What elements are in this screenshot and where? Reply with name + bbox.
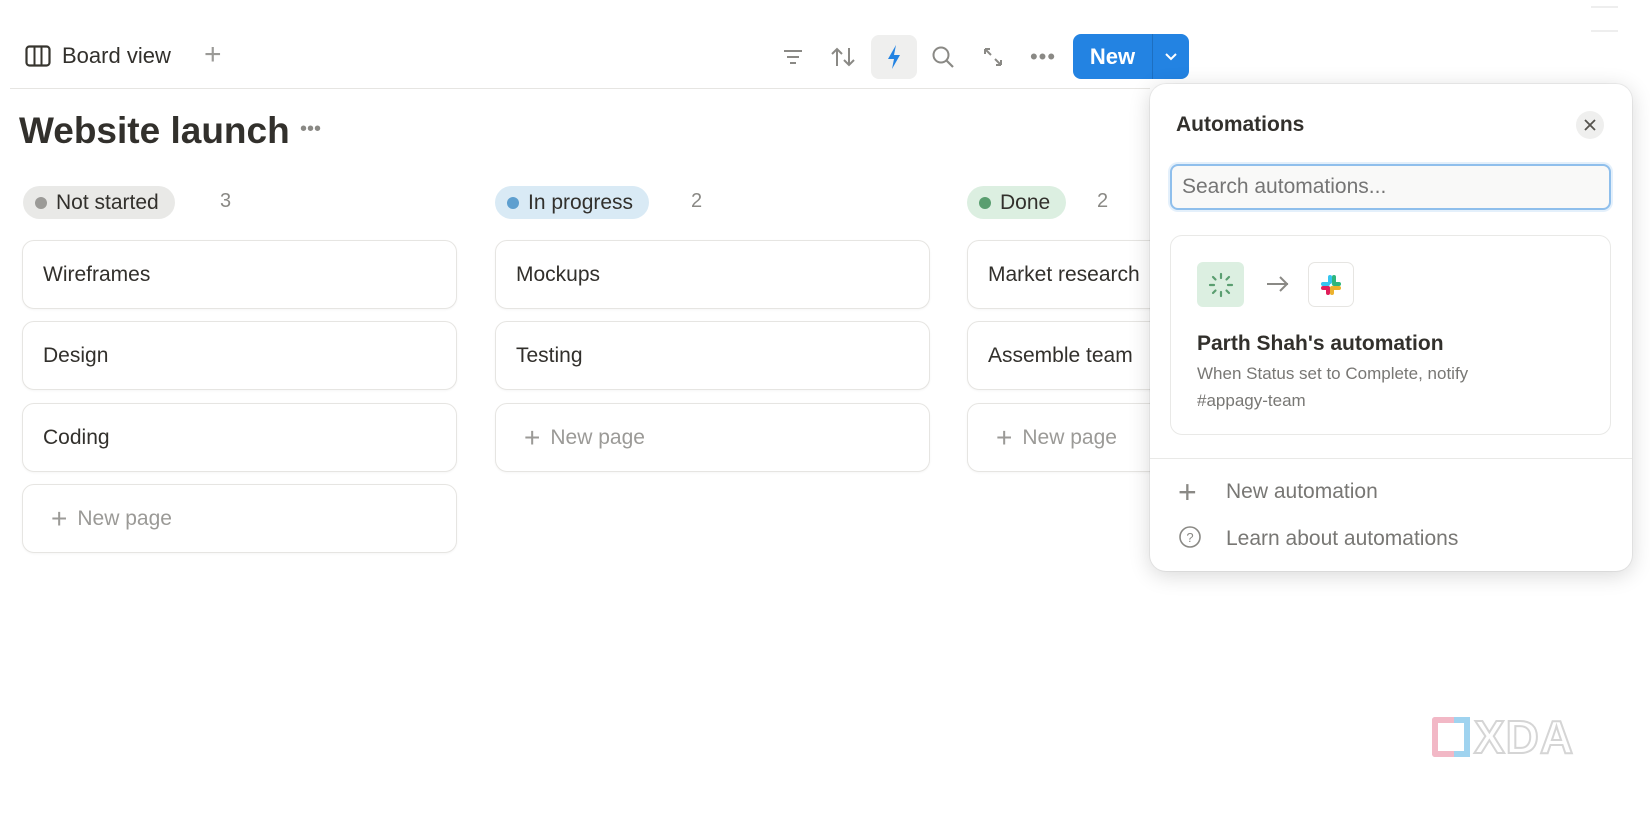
status-dot xyxy=(35,196,47,209)
chevron-down-icon xyxy=(1165,52,1177,60)
status-pill-not-started[interactable]: Not started xyxy=(23,186,175,219)
board-icon xyxy=(25,45,51,67)
status-pill-done[interactable]: Done xyxy=(967,186,1067,219)
plus-icon: + xyxy=(51,502,68,534)
more-icon[interactable]: ••• xyxy=(1020,35,1066,79)
close-button[interactable] xyxy=(1576,111,1604,139)
new-page-button[interactable]: + New page xyxy=(22,484,457,553)
status-label: Not started xyxy=(56,190,159,214)
automation-name: Parth Shah's automation xyxy=(1197,332,1444,355)
help-icon: ? xyxy=(1178,525,1226,554)
board-card[interactable]: Wireframes xyxy=(22,240,457,309)
filter-icon[interactable] xyxy=(770,35,816,79)
status-label: In progress xyxy=(528,190,634,214)
page-more-icon[interactable]: ••• xyxy=(300,118,321,141)
toolbar-divider xyxy=(10,88,1150,89)
new-dropdown-button[interactable] xyxy=(1152,34,1189,79)
close-icon xyxy=(1584,119,1596,131)
automations-bolt-icon[interactable] xyxy=(871,35,917,79)
board-card[interactable]: Coding xyxy=(22,403,457,472)
page-title: Website launch xyxy=(19,110,290,151)
status-label: Done xyxy=(1000,190,1051,214)
status-pill-in-progress[interactable]: In progress xyxy=(495,186,650,219)
plus-icon: + xyxy=(524,421,541,453)
new-page-label: New page xyxy=(1022,425,1117,449)
automation-desc-line2: #appagy-team xyxy=(1197,391,1306,410)
add-view-button[interactable]: + xyxy=(204,38,222,72)
search-automations-input[interactable] xyxy=(1170,164,1611,210)
status-dot xyxy=(507,196,519,209)
new-automation-label: New automation xyxy=(1226,480,1378,503)
search-icon[interactable] xyxy=(920,35,966,79)
view-tab-board[interactable]: Board view xyxy=(25,40,171,72)
column-count: 2 xyxy=(1097,190,1109,212)
board-card[interactable]: Design xyxy=(22,321,457,390)
plus-icon: + xyxy=(996,421,1013,453)
new-button-group: New xyxy=(1073,34,1189,79)
board-card[interactable]: Mockups xyxy=(495,240,930,309)
new-page-label: New page xyxy=(550,425,645,449)
plus-icon: + xyxy=(1178,473,1197,510)
learn-automations-label: Learn about automations xyxy=(1226,527,1459,550)
watermark-text: XDA xyxy=(1473,710,1575,764)
panel-divider xyxy=(1150,458,1632,459)
board-card[interactable]: Testing xyxy=(495,321,930,390)
arrow-right-icon xyxy=(1267,276,1289,292)
svg-text:?: ? xyxy=(1186,530,1193,545)
status-dot xyxy=(979,196,991,209)
automations-title: Automations xyxy=(1176,113,1305,136)
new-button[interactable]: New xyxy=(1073,34,1152,79)
slack-icon xyxy=(1308,262,1354,307)
new-automation-button[interactable]: + New automation xyxy=(1178,474,1378,510)
new-page-label: New page xyxy=(77,506,172,530)
automations-popover: Automations Parth Shah's automation When… xyxy=(1150,84,1632,571)
status-trigger-icon xyxy=(1197,262,1244,307)
xda-watermark-logo: XDA xyxy=(1432,710,1574,764)
sort-icon[interactable] xyxy=(820,35,866,79)
view-label: Board view xyxy=(62,43,171,68)
expand-icon[interactable] xyxy=(970,35,1016,79)
column-count: 2 xyxy=(691,190,703,212)
learn-automations-link[interactable]: ? Learn about automations xyxy=(1178,524,1458,554)
automation-desc-line1: When Status set to Complete, notify xyxy=(1197,364,1469,383)
new-page-button[interactable]: + New page xyxy=(495,403,930,472)
automation-item[interactable]: Parth Shah's automation When Status set … xyxy=(1170,235,1611,435)
window-handle-icon xyxy=(1591,6,1618,32)
column-count: 3 xyxy=(220,190,232,212)
